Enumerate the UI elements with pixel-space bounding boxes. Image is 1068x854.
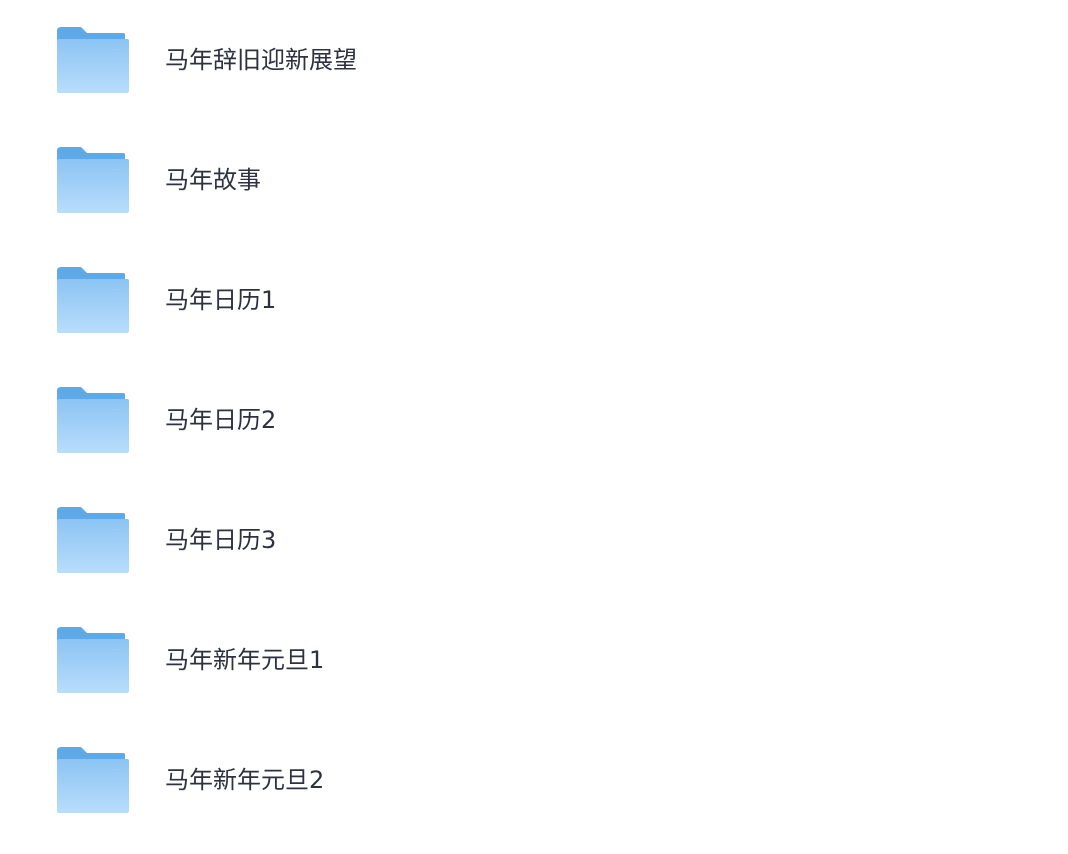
folder-icon (57, 747, 129, 813)
folder-item[interactable]: 马年日历1 (40, 249, 640, 349)
folder-icon (57, 507, 129, 573)
folder-list: 马年辞旧迎新展望 马年故事 马年日历1 马年日历2 马年日历3 马年新年元旦1 … (0, 0, 1068, 854)
folder-icon (57, 627, 129, 693)
folder-name: 马年辞旧迎新展望 (165, 46, 357, 74)
folder-item[interactable]: 马年新年元旦2 (40, 729, 640, 829)
folder-icon (57, 387, 129, 453)
folder-item[interactable]: 马年故事 (40, 129, 640, 229)
folder-item[interactable]: 马年日历2 (40, 369, 640, 469)
folder-item[interactable]: 马年新年元旦1 (40, 609, 640, 709)
folder-name: 马年新年元旦2 (165, 766, 325, 794)
folder-item[interactable]: 马年辞旧迎新展望 (40, 9, 640, 109)
folder-name: 马年日历2 (165, 406, 277, 434)
folder-item[interactable]: 马年日历3 (40, 489, 640, 589)
folder-name: 马年故事 (165, 166, 261, 194)
folder-icon (57, 147, 129, 213)
folder-name: 马年新年元旦1 (165, 646, 325, 674)
folder-icon (57, 27, 129, 93)
folder-name: 马年日历1 (165, 286, 277, 314)
folder-icon (57, 267, 129, 333)
folder-name: 马年日历3 (165, 526, 277, 554)
